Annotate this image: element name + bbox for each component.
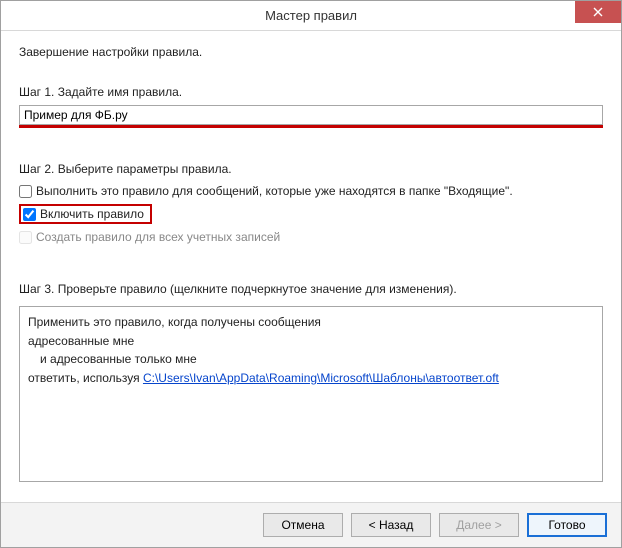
checkbox-run-inbox[interactable]: Выполнить это правило для сообщений, кот… bbox=[19, 182, 603, 200]
next-button: Далее > bbox=[439, 513, 519, 537]
footer-buttons: Отмена < Назад Далее > Готово bbox=[1, 502, 621, 547]
checkbox-all-accounts-label: Создать правило для всех учетных записей bbox=[36, 230, 280, 244]
rule-name-highlight bbox=[19, 105, 603, 128]
close-icon bbox=[593, 7, 603, 17]
finish-button[interactable]: Готово bbox=[527, 513, 607, 537]
step3-label: Шаг 3. Проверьте правило (щелкните подче… bbox=[19, 282, 603, 296]
checkbox-enable-rule[interactable]: Включить правило bbox=[23, 207, 144, 221]
preview-line-2: адресованные мне bbox=[28, 332, 594, 351]
checkbox-enable-highlight: Включить правило bbox=[19, 204, 152, 224]
wizard-window: Мастер правил Завершение настройки прави… bbox=[0, 0, 622, 548]
rule-name-input[interactable] bbox=[19, 105, 603, 125]
checkbox-enable-rule-input[interactable] bbox=[23, 208, 36, 221]
preview-line-1: Применить это правило, когда получены со… bbox=[28, 313, 594, 332]
step1-label: Шаг 1. Задайте имя правила. bbox=[19, 85, 603, 99]
checkbox-all-accounts-input bbox=[19, 231, 32, 244]
step2-label: Шаг 2. Выберите параметры правила. bbox=[19, 162, 603, 176]
checkbox-enable-rule-label: Включить правило bbox=[40, 207, 144, 221]
rule-preview-box: Применить это правило, когда получены со… bbox=[19, 306, 603, 482]
cancel-button[interactable]: Отмена bbox=[263, 513, 343, 537]
checkbox-run-inbox-label: Выполнить это правило для сообщений, кот… bbox=[36, 184, 513, 198]
preview-line-4-prefix: ответить, используя bbox=[28, 371, 143, 385]
close-button[interactable] bbox=[575, 1, 621, 23]
step2-group: Шаг 2. Выберите параметры правила. Выпол… bbox=[19, 162, 603, 246]
intro-text: Завершение настройки правила. bbox=[19, 45, 603, 59]
checkbox-run-inbox-input[interactable] bbox=[19, 185, 32, 198]
titlebar: Мастер правил bbox=[1, 1, 621, 31]
preview-line-3: и адресованные только мне bbox=[28, 350, 594, 369]
back-button[interactable]: < Назад bbox=[351, 513, 431, 537]
checkbox-all-accounts: Создать правило для всех учетных записей bbox=[19, 228, 603, 246]
template-path-link[interactable]: C:\Users\Ivan\AppData\Roaming\Microsoft\… bbox=[143, 371, 499, 385]
window-title: Мастер правил bbox=[1, 8, 621, 23]
content-area: Завершение настройки правила. Шаг 1. Зад… bbox=[1, 31, 621, 502]
preview-line-4: ответить, используя C:\Users\Ivan\AppDat… bbox=[28, 369, 594, 388]
